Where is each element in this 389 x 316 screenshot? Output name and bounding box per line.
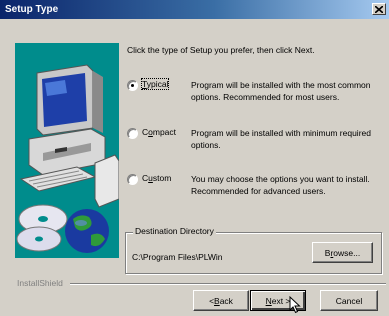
compact-desc-line2: options. <box>191 140 221 150</box>
computer-cd-illustration <box>16 64 119 253</box>
close-button[interactable] <box>372 3 386 15</box>
compact-radio[interactable] <box>127 128 138 139</box>
compact-label[interactable]: Compact <box>142 127 176 137</box>
radio-selected-dot <box>131 84 134 87</box>
mouse-pointer-icon <box>289 296 301 314</box>
back-button[interactable]: < Back <box>193 290 249 311</box>
custom-label[interactable]: Custom <box>142 173 171 183</box>
custom-desc-line2: Recommended for advanced users. <box>191 186 326 196</box>
close-icon <box>375 5 383 13</box>
intro-text: Click the type of Setup you prefer, then… <box>127 45 315 55</box>
typical-description: Program will be installed with the most … <box>191 79 381 103</box>
window-title: Setup Type <box>5 4 59 15</box>
typical-desc-line2: options. Recommended for most users. <box>191 92 340 102</box>
typical-desc-line1: Program will be installed with the most … <box>191 80 371 90</box>
browse-button[interactable]: Br owse... <box>312 242 373 263</box>
destination-group: Destination Directory C:\Program Files\P… <box>125 226 382 274</box>
installshield-brand: InstallShield <box>17 278 66 288</box>
compact-desc-line1: Program will be installed with minimum r… <box>191 128 371 138</box>
destination-legend: Destination Directory <box>133 226 216 236</box>
footer-divider <box>70 283 386 285</box>
custom-radio[interactable] <box>127 174 138 185</box>
typical-radio[interactable] <box>127 80 138 91</box>
custom-desc-line1: You may choose the options you want to i… <box>191 174 370 184</box>
setup-artwork <box>15 43 119 258</box>
custom-description: You may choose the options you want to i… <box>191 173 381 197</box>
cancel-button[interactable]: Cancel <box>320 290 378 311</box>
typical-label[interactable]: Typical <box>140 78 170 90</box>
destination-path: C:\Program Files\PLWin <box>132 252 223 262</box>
title-bar: Setup Type <box>0 0 389 19</box>
compact-description: Program will be installed with minimum r… <box>191 127 381 151</box>
